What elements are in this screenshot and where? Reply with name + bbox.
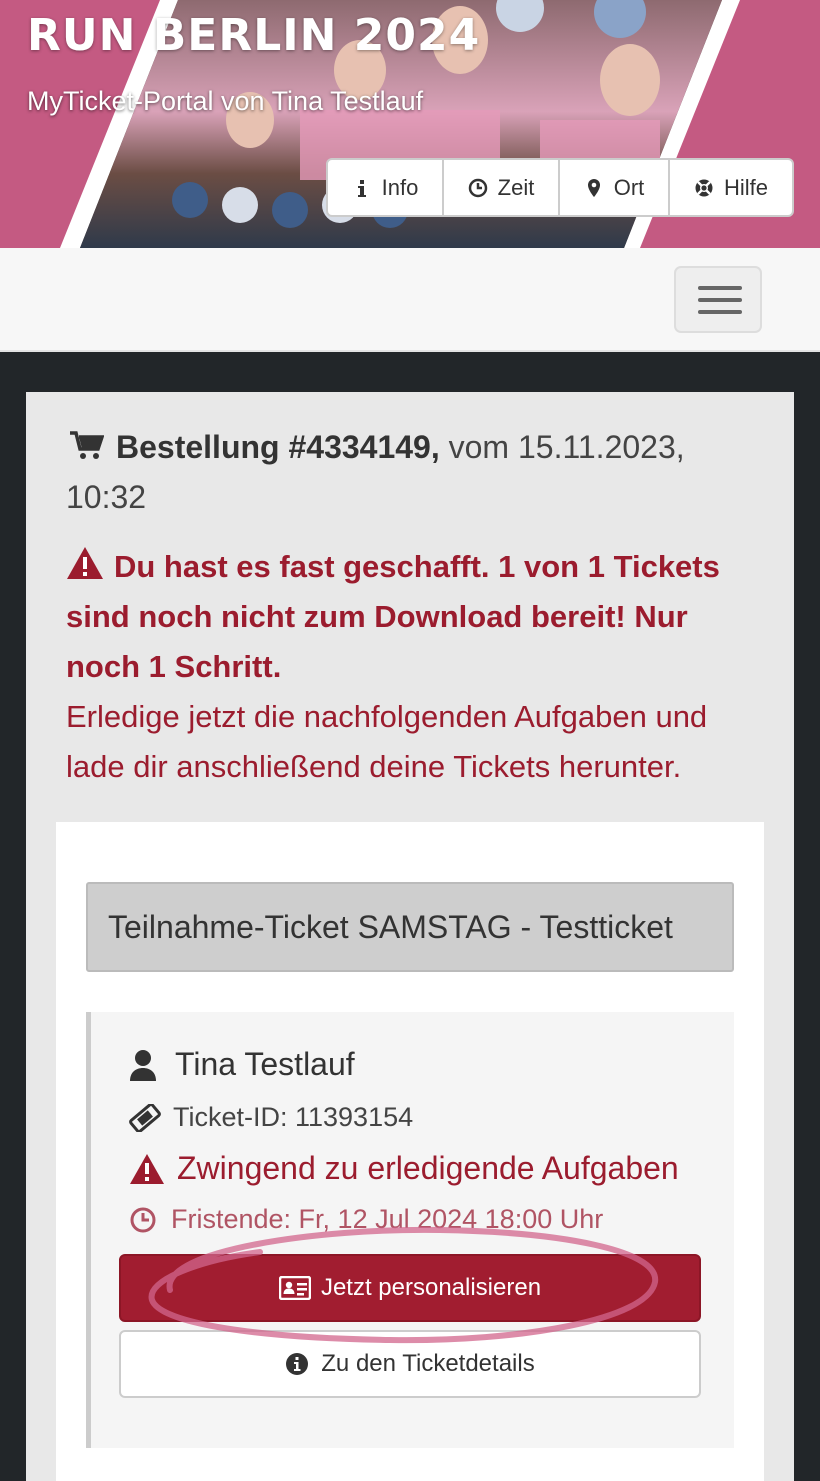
info-label: Info <box>381 174 419 200</box>
id-card-icon <box>278 1276 311 1300</box>
help-button[interactable]: Hilfe <box>670 160 792 215</box>
portal-subtitle: MyTicket-Portal von Tina Testlauf <box>27 86 424 116</box>
ticket-holder: Tina Testlauf <box>129 1046 355 1083</box>
user-icon <box>130 1049 156 1081</box>
warning-icon <box>130 1153 164 1184</box>
time-label: Zeit <box>497 174 535 200</box>
time-button[interactable]: Zeit <box>444 160 560 215</box>
event-title: RUN BERLIN 2024 <box>27 10 481 61</box>
ticket-details-label: Zu den Ticketdetails <box>321 1350 535 1377</box>
alert-bold-text: Du hast es fast geschafft. 1 von 1 Ticke… <box>66 549 720 684</box>
map-marker-icon <box>587 178 600 197</box>
header-nav: Info Zeit Ort Hilfe <box>326 158 794 217</box>
ticket-details-button[interactable]: Zu den Ticketdetails <box>119 1330 701 1398</box>
ticket-panel: Teilnahme-Ticket SAMSTAG - Testticket Ti… <box>56 822 764 1481</box>
life-ring-icon <box>695 179 713 196</box>
mandatory-tasks-text: Zwingend zu erledigende Aufgaben <box>177 1150 679 1186</box>
deadline: Fristende: Fr, 12 Jul 2024 18:00 Uhr <box>129 1204 603 1235</box>
order-heading: Bestellung #4334149, vom 15.11.2023, 10:… <box>66 422 746 522</box>
mandatory-tasks: Zwingend zu erledigende Aufgaben <box>129 1150 679 1187</box>
ticket-body: Tina Testlauf Ticket-ID: 11393154 Zwinge… <box>86 1012 734 1448</box>
help-label: Hilfe <box>723 174 768 200</box>
alert-text: Erledige jetzt die nachfolgenden Aufgabe… <box>66 699 708 784</box>
navbar <box>0 248 820 352</box>
info-circle-icon <box>286 1353 309 1375</box>
shopping-cart-icon <box>70 431 104 459</box>
clock-icon <box>130 1207 156 1232</box>
ticket-title: Teilnahme-Ticket SAMSTAG - Testticket <box>86 882 734 972</box>
warning-icon <box>67 547 103 579</box>
location-label: Ort <box>613 174 645 200</box>
personalize-button[interactable]: Jetzt personalisieren <box>119 1254 701 1322</box>
location-button[interactable]: Ort <box>560 160 670 215</box>
info-button[interactable]: Info <box>328 160 444 215</box>
order-card: Bestellung #4334149, vom 15.11.2023, 10:… <box>26 392 794 1481</box>
personalize-label: Jetzt personalisieren <box>320 1274 542 1301</box>
menu-toggle-button[interactable] <box>674 266 762 333</box>
deadline-text: Fristende: Fr, 12 Jul 2024 18:00 Uhr <box>171 1204 604 1234</box>
holder-name: Tina Testlauf <box>175 1046 355 1082</box>
info-icon <box>357 179 366 197</box>
clock-icon <box>468 178 487 197</box>
hamburger-icon <box>698 286 742 290</box>
ticket-icon <box>129 1103 161 1132</box>
ticket-id: Ticket-ID: 11393154 <box>129 1102 413 1133</box>
order-number: Bestellung #4334149, <box>116 429 440 465</box>
header-banner: RUN BERLIN 2024 MyTicket-Portal von Tina… <box>0 0 820 248</box>
ticket-id-text: Ticket-ID: 11393154 <box>173 1102 414 1132</box>
alert-message: Du hast es fast geschafft. 1 von 1 Ticke… <box>66 542 766 792</box>
